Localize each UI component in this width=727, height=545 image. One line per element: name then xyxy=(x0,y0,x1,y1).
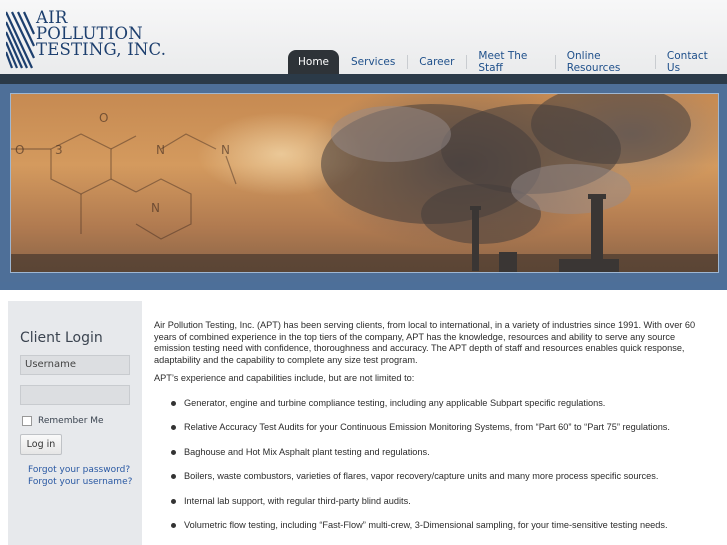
nav-career[interactable]: Career xyxy=(407,51,466,73)
list-item: Boilers, waste combustors, varieties of … xyxy=(154,471,706,496)
list-item: Generator, engine and turbine compliance… xyxy=(154,398,706,423)
capability-text: Relative Accuracy Test Audits for your C… xyxy=(184,422,670,433)
chem-label-o1: O xyxy=(99,111,108,125)
intro-paragraph: Air Pollution Testing, Inc. (APT) has be… xyxy=(154,320,696,365)
list-item: Relative Accuracy Test Audits for your C… xyxy=(154,422,706,447)
nav-home[interactable]: Home xyxy=(288,50,340,74)
forgot-password-link[interactable]: Forgot your password? xyxy=(28,465,130,475)
forgot-username-link[interactable]: Forgot your username? xyxy=(28,477,132,487)
capability-text: Internal lab support, with regular third… xyxy=(184,495,411,506)
hero-banner-image: O O 3 N N N xyxy=(10,93,719,273)
bullet-icon xyxy=(171,449,176,455)
nav-online-resources[interactable]: Online Resources xyxy=(554,50,655,74)
logo-text: AIR POLLUTION TESTING, INC. xyxy=(36,9,167,59)
hero-illustration: O O 3 N N N xyxy=(11,94,718,272)
login-button[interactable]: Log in xyxy=(20,434,62,455)
bullet-icon xyxy=(171,425,176,431)
header-divider xyxy=(0,74,727,84)
client-login-title: Client Login xyxy=(20,330,103,346)
chem-label-n2: N xyxy=(221,143,230,157)
main-nav: Home Services Career Meet The Staff Onli… xyxy=(288,50,727,74)
remember-me-checkbox[interactable] xyxy=(22,416,32,426)
logo-line-3: TESTING, INC. xyxy=(36,40,167,59)
chem-label-3: 3 xyxy=(55,143,63,157)
bullet-icon xyxy=(171,400,176,406)
capability-text: Baghouse and Hot Mix Asphalt plant testi… xyxy=(184,446,430,457)
capability-text: Volumetric flow testing, including “Fast… xyxy=(184,520,668,531)
list-item: Volumetric flow testing, including “Fast… xyxy=(154,520,706,545)
nav-meet-the-staff[interactable]: Meet The Staff xyxy=(466,50,554,74)
capability-text: Generator, engine and turbine compliance… xyxy=(184,397,606,408)
main-content: Air Pollution Testing, Inc. (APT) has be… xyxy=(154,320,706,545)
nav-services[interactable]: Services xyxy=(339,51,407,73)
hero-divider xyxy=(0,282,727,290)
chem-label-n1: N xyxy=(156,143,165,157)
chem-label-n3: N xyxy=(151,201,160,215)
bullet-icon xyxy=(171,474,176,480)
bullet-icon xyxy=(171,498,176,504)
logo-stripes-icon xyxy=(6,11,36,69)
hero-frame: O O 3 N N N xyxy=(0,84,727,282)
remember-me[interactable]: Remember Me xyxy=(22,416,104,426)
capabilities-list: Generator, engine and turbine compliance… xyxy=(154,398,706,545)
capability-text: Boilers, waste combustors, varieties of … xyxy=(184,471,659,482)
site-header: AIR POLLUTION TESTING, INC. Home Service… xyxy=(0,0,727,74)
bullet-icon xyxy=(171,523,176,529)
list-item: Internal lab support, with regular third… xyxy=(154,496,706,521)
username-input[interactable]: Username xyxy=(20,355,130,375)
company-logo[interactable]: AIR POLLUTION TESTING, INC. xyxy=(6,9,167,72)
password-input[interactable] xyxy=(20,385,130,405)
remember-me-label: Remember Me xyxy=(38,416,104,426)
capabilities-lead: APT’s experience and capabilities includ… xyxy=(154,373,415,384)
list-item: Baghouse and Hot Mix Asphalt plant testi… xyxy=(154,447,706,472)
chem-label-o2: O xyxy=(15,143,24,157)
nav-contact-us[interactable]: Contact Us xyxy=(654,50,727,74)
